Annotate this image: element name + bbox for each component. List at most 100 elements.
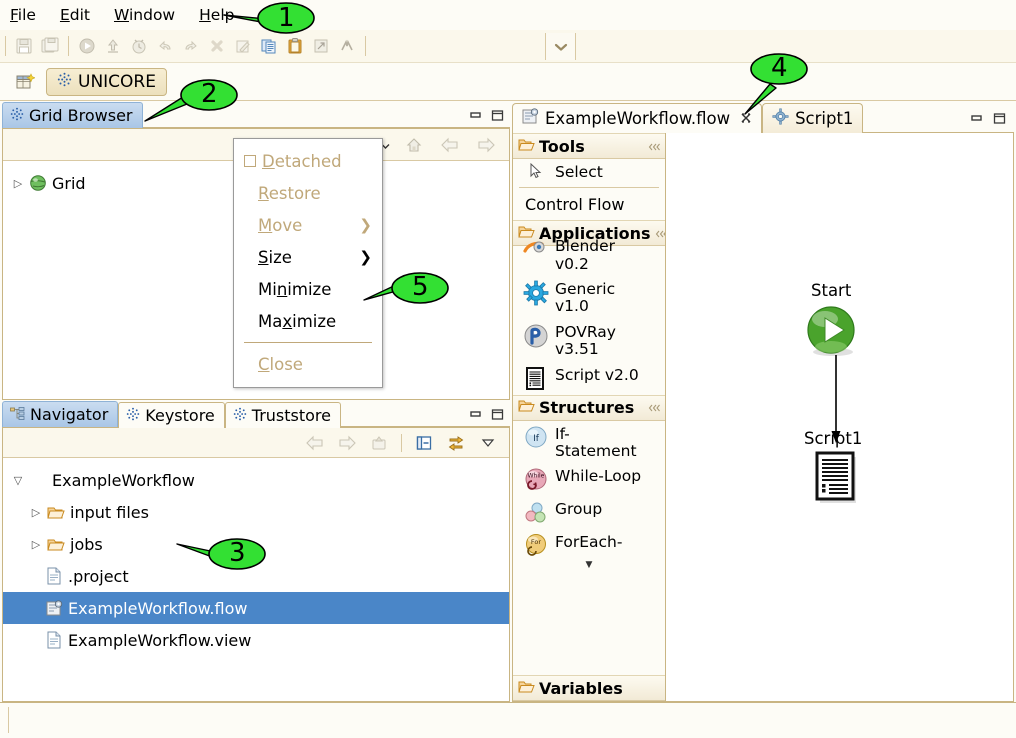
link-with-editor-icon[interactable] [443,432,469,454]
save-icon[interactable] [11,34,37,58]
palette-section-tools[interactable]: Tools [513,133,665,159]
node-label-script1: Script1 [804,429,863,448]
submenu-arrow-icon: ❯ [359,216,372,234]
back-icon[interactable] [437,134,463,156]
collapse-pin-icon[interactable] [655,224,665,243]
redo-icon[interactable] [178,34,204,58]
merge-icon[interactable] [334,34,360,58]
menu-edit[interactable]: Edit [58,4,92,26]
view-tab-keystore[interactable]: Keystore [118,402,225,428]
povray-icon [521,322,551,349]
tree-row-exampleworkflow-flow[interactable]: ExampleWorkflow.flow [3,592,509,624]
save-all-icon[interactable] [37,34,63,58]
palette-item-label: ForEach- [555,533,623,552]
palette-item-label: While-Loop [555,467,642,486]
expand-twisty-icon[interactable]: ▷ [9,177,27,190]
menu-window[interactable]: Window [112,4,177,26]
collapse-all-icon[interactable] [411,432,437,454]
undo-icon[interactable] [152,34,178,58]
palette-item-label: Script v2.0 [555,365,639,384]
file-icon [43,631,65,649]
palette-section-structures[interactable]: Structures [513,394,665,421]
view-tab-navigator[interactable]: Navigator [2,401,119,427]
palette-item-while-loop[interactable]: While While-Loop [513,463,665,496]
svg-text:For: For [531,538,541,546]
workflow-canvas[interactable]: Start Script1 [666,133,1013,701]
folder-open-icon [518,137,535,156]
context-menu-item-label: Maximize [258,311,337,331]
view-context-menu[interactable]: Detached Restore Move ❯ Size ❯ Minimize … [233,138,383,388]
script-document-icon[interactable] [814,451,862,509]
navigator-icon [10,405,25,424]
minimize-icon[interactable] [469,108,482,126]
context-menu-item-move[interactable]: Move ❯ [234,209,382,241]
cursor-arrow-icon [521,162,551,179]
palette-item-group[interactable]: Group [513,496,665,529]
flow-icon [43,599,65,617]
view-tab-grid-browser[interactable]: Grid Browser [2,102,143,128]
callout-5: 5 [362,268,462,318]
maximize-icon[interactable] [993,111,1006,129]
palette-scroll-down-icon[interactable]: ▼ [513,561,665,570]
palette-item-control-flow[interactable]: Control Flow [513,191,665,220]
forward-icon[interactable] [473,134,499,156]
editor-tab-exampleworkflow-flow[interactable]: ExampleWorkflow.flow [512,103,763,133]
home-icon[interactable] [401,134,427,156]
palette-section-variables[interactable]: Variables [513,675,665,701]
palette-item-foreach[interactable]: For ForEach- [513,529,665,562]
maximize-icon[interactable] [491,407,504,425]
context-menu-item-label: Size [258,247,292,267]
palette-item-script[interactable]: Script v2.0 [513,362,665,395]
svg-text:If: If [533,434,540,444]
truststore-icon [233,406,247,425]
tree-row-exampleworkflow[interactable]: ▽ ExampleWorkflow [3,464,509,496]
minimize-icon[interactable] [469,407,482,425]
palette-item-generic[interactable]: Generic v1.0 [513,276,665,319]
palette-item-select[interactable]: Select [513,159,665,184]
collapse-pin-icon[interactable] [648,137,661,156]
view-menu-icon[interactable] [475,432,501,454]
context-menu-item-size[interactable]: Size ❯ [234,241,382,273]
submit-icon[interactable] [100,34,126,58]
collapse-pin-icon[interactable] [648,398,661,417]
palette-item-povray[interactable]: POVRay v3.51 [513,319,665,362]
palette-item-label: Control Flow [525,195,625,215]
context-menu-item-restore[interactable]: Restore [234,177,382,209]
context-menu-item-minimize[interactable]: Minimize [234,273,382,305]
expand-twisty-icon[interactable]: ▷ [27,506,45,519]
expand-twisty-icon[interactable]: ▷ [27,538,45,551]
context-menu-item-close[interactable]: Close [234,348,382,380]
palette-section-label: Variables [539,678,623,698]
palette-section-label: Tools [539,136,585,156]
minimize-icon[interactable] [970,111,983,129]
toolbar-separator [68,36,69,56]
grid-browser-tabrow: Grid Browser [2,102,510,129]
palette-item-if-statement[interactable]: If If-Statement [513,421,665,464]
up-icon[interactable] [366,432,392,454]
collapse-twisty-icon[interactable]: ▽ [9,474,27,487]
view-tab-label: Keystore [145,406,215,425]
tree-row-label: .project [68,566,129,586]
back-icon[interactable] [302,432,328,454]
flow-icon [522,108,539,129]
palette-item-blender[interactable]: Blender v0.2 [513,233,665,276]
forward-icon[interactable] [334,432,360,454]
palette-item-label: Select [555,163,603,181]
checkbox-icon[interactable] [244,155,256,167]
context-menu-item-detached[interactable]: Detached [234,145,382,177]
start-play-icon[interactable] [804,305,860,361]
monitor-icon[interactable] [126,34,152,58]
tree-row-input-files[interactable]: ▷ input files [3,496,509,528]
run-icon[interactable] [74,34,100,58]
palette: Tools Select Control Flow Applications B… [513,133,666,701]
context-menu-item-maximize[interactable]: Maximize [234,305,382,337]
view-tab-label: Grid Browser [29,106,133,125]
context-menu-separator [244,342,372,343]
menu-file[interactable]: File [8,4,38,26]
tree-row-label: jobs [70,534,103,554]
toolbar-overflow-button[interactable] [545,33,576,60]
view-tab-truststore[interactable]: Truststore [224,402,341,428]
maximize-icon[interactable] [491,108,504,126]
open-perspective-icon[interactable] [12,70,38,94]
tree-row-exampleworkflow-view[interactable]: ExampleWorkflow.view [3,624,509,656]
